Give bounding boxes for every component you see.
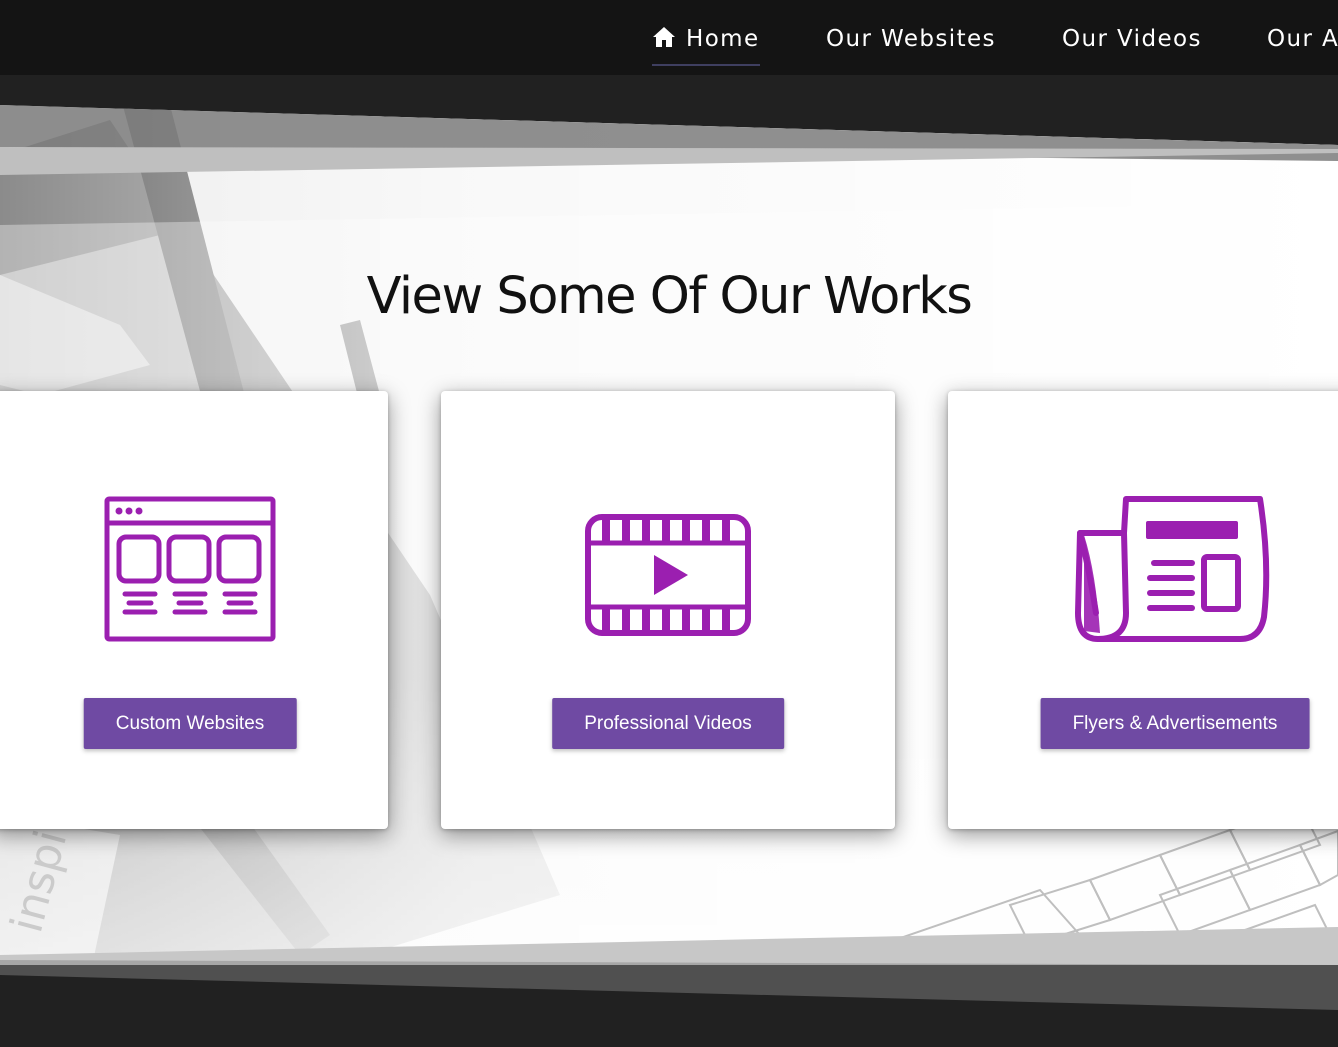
nav-item-label: Our Videos	[1062, 26, 1202, 52]
video-film-icon	[585, 514, 751, 636]
card-flyers-advertisements: Flyers & Advertisements	[948, 391, 1338, 829]
custom-websites-button[interactable]: Custom Websites	[83, 698, 297, 749]
home-icon	[653, 27, 675, 47]
newspaper-icon	[1075, 496, 1270, 642]
works-section: inspi View Some Of Our Works Custom Webs…	[0, 75, 1338, 1047]
nav-item-our-a[interactable]: Our A	[1267, 26, 1338, 66]
professional-videos-button[interactable]: Professional Videos	[552, 698, 784, 749]
website-layout-icon	[104, 496, 276, 642]
top-navbar: Home Our Websites Our Videos Our A	[0, 0, 1338, 75]
section-title: View Some Of Our Works	[366, 267, 973, 326]
nav-item-label: Home	[686, 26, 760, 52]
card-professional-videos: Professional Videos	[441, 391, 895, 829]
nav-item-our-websites[interactable]: Our Websites	[826, 26, 996, 66]
nav-item-label: Our A	[1267, 26, 1338, 52]
nav-item-our-videos[interactable]: Our Videos	[1062, 26, 1202, 66]
nav-item-label: Our Websites	[826, 26, 996, 52]
nav-item-home[interactable]: Home	[652, 26, 760, 66]
flyers-advertisements-button[interactable]: Flyers & Advertisements	[1040, 698, 1310, 749]
card-custom-websites: Custom Websites	[0, 391, 388, 829]
